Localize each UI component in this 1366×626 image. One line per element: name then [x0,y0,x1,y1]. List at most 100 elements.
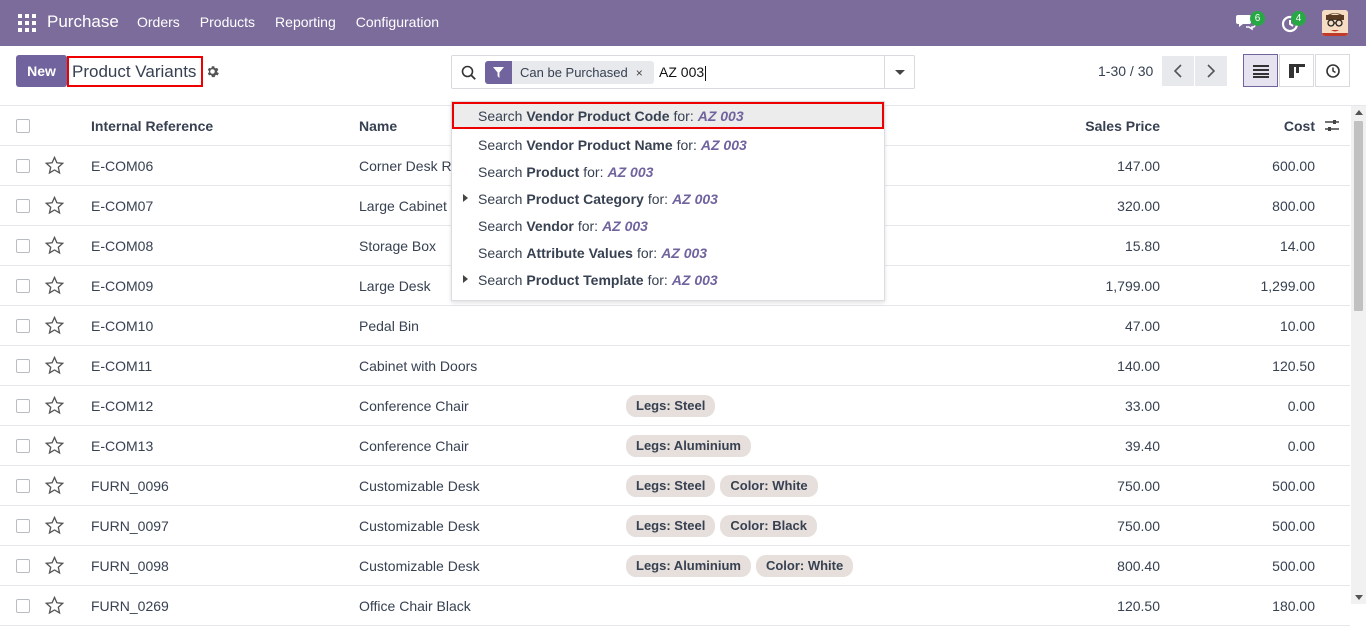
star-icon[interactable] [44,555,65,575]
star-icon[interactable] [44,395,65,415]
star-icon[interactable] [44,195,65,215]
table-row[interactable]: FURN_0097 Customizable Desk Legs: Steel C… [0,506,1350,546]
table-row[interactable]: E-COM11 Cabinet with Doors 140.00 120.50 [0,346,1350,386]
row-checkbox[interactable] [16,239,30,253]
row-name: Customizable Desk [359,558,480,574]
table-row[interactable]: FURN_0098 Customizable Desk Legs: Alumin… [0,546,1350,586]
row-internal-reference: E-COM11 [91,358,153,374]
row-internal-reference: E-COM09 [91,278,154,294]
search-options-toggle[interactable] [884,56,914,88]
search-bar[interactable]: Can be Purchased × AZ 003 [451,55,915,89]
autocomplete-option[interactable]: Search Vendor Product Name for: AZ 003 [452,131,884,158]
row-name: Large Cabinet [359,198,447,214]
pager-previous-button[interactable] [1162,56,1194,86]
row-cost: 1,299.00 [1260,278,1316,294]
autocomplete-option[interactable]: Search Product Category for: AZ 003 [452,185,884,212]
user-avatar[interactable] [1322,10,1348,36]
menu-products[interactable]: Products [200,14,255,30]
scroll-thumb[interactable] [1354,121,1363,311]
pager-next-button[interactable] [1195,56,1227,86]
row-sales-price: 120.50 [1117,598,1160,614]
column-sales-price[interactable]: Sales Price [1085,118,1160,134]
page-title: Product Variants [72,61,197,81]
optional-columns-icon[interactable] [1324,118,1340,134]
search-input[interactable]: AZ 003 [659,64,707,81]
row-cost: 800.00 [1272,198,1315,214]
row-internal-reference: E-COM08 [91,238,154,254]
star-icon[interactable] [44,435,65,455]
table-row[interactable]: FURN_0269 Office Chair Black 120.50 180.… [0,586,1350,626]
row-name: Office Chair Black [359,598,471,614]
column-internal-reference[interactable]: Internal Reference [91,118,213,134]
row-sales-price: 1,799.00 [1105,278,1161,294]
row-sales-price: 750.00 [1117,518,1160,534]
menu-reporting[interactable]: Reporting [275,14,336,30]
star-icon[interactable] [44,515,65,535]
row-sales-price: 39.40 [1124,438,1160,454]
activity-view-button[interactable] [1315,54,1350,87]
row-sales-price: 47.00 [1124,318,1160,334]
pager-value[interactable]: 1-30 / 30 [1098,63,1153,79]
star-icon[interactable] [44,595,65,615]
attribute-tag: Legs: Steel [626,395,716,417]
menu-orders[interactable]: Orders [137,14,180,30]
row-name: Customizable Desk [359,478,480,494]
row-attributes: Legs: Steel Color: Black [626,515,817,537]
row-cost: 500.00 [1272,518,1315,534]
scroll-down-arrow[interactable] [1355,595,1363,600]
row-cost: 600.00 [1272,158,1315,174]
row-checkbox[interactable] [16,279,30,293]
column-cost[interactable]: Cost [1284,118,1315,134]
star-icon[interactable] [44,315,65,335]
row-name: Conference Chair [359,438,469,454]
row-checkbox[interactable] [16,559,30,573]
menu-configuration[interactable]: Configuration [356,14,439,30]
expand-caret-icon[interactable] [463,275,468,283]
table-row[interactable]: FURN_0096 Customizable Desk Legs: Steel C… [0,466,1350,506]
star-icon[interactable] [44,235,65,255]
list-scrollbar[interactable] [1351,106,1366,604]
row-checkbox[interactable] [16,159,30,173]
row-checkbox[interactable] [16,319,30,333]
star-icon[interactable] [44,475,65,495]
row-checkbox[interactable] [16,199,30,213]
row-sales-price: 320.00 [1117,198,1160,214]
table-row[interactable]: E-COM10 Pedal Bin 47.00 10.00 [0,306,1350,346]
autocomplete-option[interactable]: Search Product for: AZ 003 [452,158,884,185]
star-icon[interactable] [44,155,65,175]
autocomplete-option[interactable]: Search Vendor for: AZ 003 [452,212,884,239]
row-cost: 0.00 [1287,438,1315,454]
row-internal-reference: FURN_0269 [91,598,169,614]
row-checkbox[interactable] [16,479,30,493]
new-button[interactable]: New [16,55,67,87]
row-checkbox[interactable] [16,399,30,413]
table-row[interactable]: E-COM13 Conference Chair Legs: Aluminium… [0,426,1350,466]
scroll-up-arrow[interactable] [1355,110,1363,115]
autocomplete-option[interactable]: Search Product Template for: AZ 003 [452,266,884,293]
select-all-checkbox[interactable] [16,119,30,133]
autocomplete-option[interactable]: Search Attribute Values for: AZ 003 [452,239,884,266]
row-cost: 500.00 [1272,478,1315,494]
row-checkbox[interactable] [16,359,30,373]
row-attributes: Legs: Steel [626,395,716,417]
row-checkbox[interactable] [16,519,30,533]
gear-icon[interactable] [206,65,219,78]
row-cost: 14.00 [1279,238,1315,254]
breadcrumb: Product Variants [67,56,203,87]
expand-caret-icon[interactable] [463,194,468,202]
column-name[interactable]: Name [359,118,397,134]
facet-remove-icon[interactable]: × [635,61,654,84]
attribute-tag: Legs: Steel [626,515,716,537]
app-brand[interactable]: Purchase [47,12,119,32]
attribute-tag: Legs: Steel [626,475,716,497]
apps-menu-icon[interactable] [18,14,36,32]
table-row[interactable]: E-COM12 Conference Chair Legs: Steel 33.… [0,386,1350,426]
row-checkbox[interactable] [16,599,30,613]
list-view-button[interactable] [1243,54,1278,87]
kanban-view-button[interactable] [1279,54,1314,87]
row-checkbox[interactable] [16,439,30,453]
top-navbar: Purchase Orders Products Reporting Confi… [0,0,1366,46]
star-icon[interactable] [44,355,65,375]
star-icon[interactable] [44,275,65,295]
autocomplete-option[interactable]: Search Vendor Product Code for: AZ 003 [452,102,884,129]
